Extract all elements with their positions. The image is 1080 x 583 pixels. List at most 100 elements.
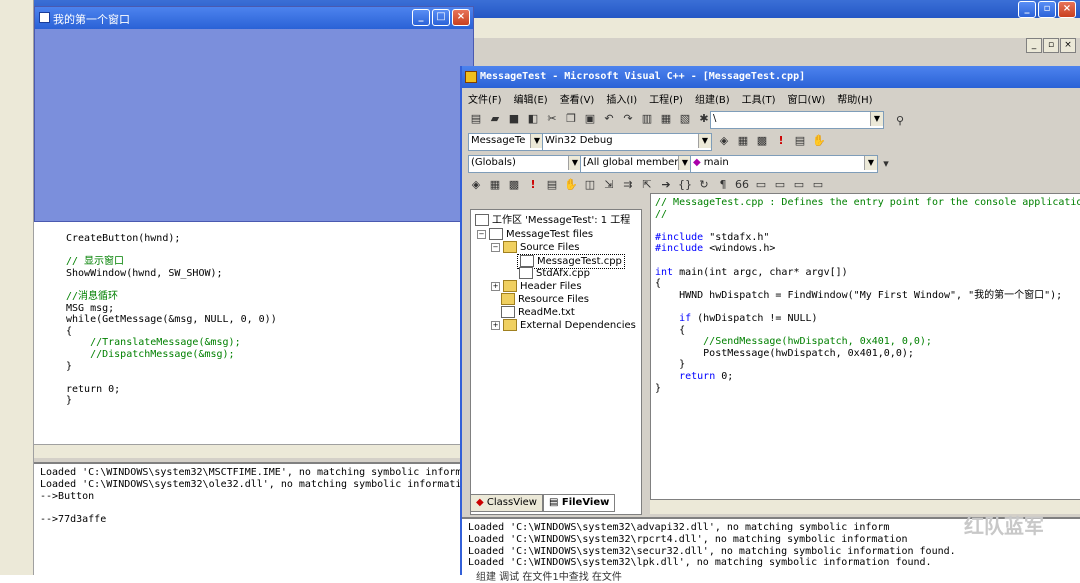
run-to-cursor-icon[interactable]: ➔ [658,177,674,193]
redo-icon[interactable]: ↷ [620,111,636,127]
function-combo[interactable]: ◆ main ▼ [690,155,878,173]
header-files-node[interactable]: + Header Files [491,280,582,293]
mdi-minimize-button[interactable]: _ [1026,38,1042,53]
collapse-icon[interactable]: − [477,229,486,239]
app-maximize-button[interactable]: □ [432,9,450,26]
new-file-icon[interactable]: ▤ [468,111,484,127]
find-combo-dropdown-icon[interactable]: ▼ [870,112,883,126]
members-combo[interactable]: [All global members ▼ [580,155,692,173]
code-line: #include <windows.h> [655,243,776,255]
paste-icon[interactable]: ▣ [582,111,598,127]
source-files-node[interactable]: − Source Files [491,241,579,254]
project-node[interactable]: − MessageTest files [477,228,593,241]
code-editor[interactable]: // MessageTest.cpp : Defines the entry p… [650,193,1080,500]
app-window[interactable]: 我的第一个窗口 _ □ × [34,6,474,222]
hand-icon[interactable]: ✋ [563,177,579,193]
menu-item[interactable]: 工程(P) [647,90,685,107]
app-window-titlebar[interactable]: 我的第一个窗口 _ □ × [35,7,473,29]
compile-icon[interactable]: ◈ [716,133,732,149]
build-icon[interactable]: ▦ [735,133,751,149]
output-line: -->77d3affe [40,514,107,526]
vc-menubar: 文件(F) 编辑(E) 查看(V) 插入(I) 工程(P) 组建(B) 工具(T) 窗口(W)… [466,90,875,107]
quick-watch-icon[interactable]: ↻ [696,177,712,193]
execute-icon[interactable]: ! [773,133,789,149]
menu-item[interactable]: 文件(F) [466,90,504,107]
window-list-icon[interactable]: ▧ [677,111,693,127]
header-files-label: Header Files [520,281,582,292]
menu-item[interactable]: 查看(V) [558,90,597,107]
copy-icon[interactable]: ❐ [563,111,579,127]
menu-item[interactable]: 插入(I) [604,90,639,107]
disassembly-icon[interactable]: ▭ [810,177,826,193]
cut-icon[interactable]: ✂ [544,111,560,127]
find-icon[interactable]: ⚲ [892,113,908,129]
restore-button[interactable]: ▫ [1038,1,1056,18]
resource-files-node[interactable]: Resource Files [501,293,589,306]
background-code-editor[interactable]: CreateButton(hwnd); // 显示窗口 ShowWindow(hwn… [34,222,460,444]
step-out-icon[interactable]: ⇱ [639,177,655,193]
open-icon[interactable]: ▰ [487,111,503,127]
step-into-icon[interactable]: ⇲ [601,177,617,193]
menu-item[interactable]: 帮助(H) [835,90,874,107]
save-icon[interactable]: ■ [506,111,522,127]
config-combo-dropdown-icon[interactable]: ▼ [698,134,711,148]
output-icon[interactable]: ▦ [658,111,674,127]
find-combo[interactable]: \ ▼ [710,111,884,129]
workspace-panel[interactable]: 工作区 'MessageTest': 1 工程 − MessageTest fil… [470,209,642,515]
vc-titlebar[interactable]: MessageTest - Microsoft Visual C++ - [Me… [462,66,1080,88]
menu-item[interactable]: 编辑(E) [512,90,550,107]
project-combo[interactable]: MessageTe ▼ [468,133,544,151]
run-icon[interactable]: ! [525,177,541,193]
background-window-controls: _ ▫ × [1018,1,1076,18]
close-button[interactable]: × [1058,1,1076,18]
app-close-button[interactable]: × [452,9,470,26]
collapse-icon[interactable]: − [491,242,500,252]
save-all-icon[interactable]: ◧ [525,111,541,127]
background-horizontal-scrollbar[interactable] [34,444,460,458]
workspace-icon[interactable]: ▥ [639,111,655,127]
stop-debugging-icon[interactable]: ▦ [487,177,503,193]
step-over-icon[interactable]: ⇉ [620,177,636,193]
variables-icon[interactable]: 66 [734,177,750,193]
vc-app-icon [465,71,477,83]
memory-icon[interactable]: ▭ [772,177,788,193]
globals-combo[interactable]: (Globals) ▼ [468,155,582,173]
registers-icon[interactable]: ▭ [753,177,769,193]
apply-code-changes-icon[interactable]: ◫ [582,177,598,193]
external-dependencies-node[interactable]: + External Dependencies [491,319,636,332]
menu-item[interactable]: 组建(B) [693,90,732,107]
stop-build-icon[interactable]: ▩ [754,133,770,149]
menu-item[interactable]: 工具(T) [740,90,778,107]
function-combo-dropdown-icon[interactable]: ▼ [864,156,877,170]
file-stdafx-cpp[interactable]: StdAfx.cpp [519,267,590,280]
output-line: Loaded 'C:\WINDOWS\system32\lpk.dll', no… [468,557,932,569]
tab-classview[interactable]: ◆ ClassView [470,494,543,512]
minimize-button[interactable]: _ [1018,1,1036,18]
tab-fileview[interactable]: ▤ FileView [542,494,616,512]
break-icon[interactable]: ▩ [506,177,522,193]
restart-icon[interactable]: ◈ [468,177,484,193]
vc-window[interactable]: MessageTest - Microsoft Visual C++ - [Me… [460,66,1080,583]
expand-icon[interactable]: + [491,281,500,291]
app-minimize-button[interactable]: _ [412,9,430,26]
readme-node[interactable]: ReadMe.txt [501,306,575,319]
go-icon[interactable]: ▤ [792,133,808,149]
cpp-file-icon [520,255,534,267]
step-into-spec-icon[interactable]: {} [677,177,693,193]
undo-icon[interactable]: ↶ [601,111,617,127]
watch-icon[interactable]: ¶ [715,177,731,193]
output-tabs[interactable]: 组建 调试 在文件1中查找 在文件 [476,568,622,583]
wizard-bar-actions-icon[interactable]: ▾ [878,156,894,172]
menu-item[interactable]: 窗口(W) [786,90,828,107]
background-output-pane[interactable]: Loaded 'C:\WINDOWS\system32\MSCTFIME.IME… [34,462,467,575]
mdi-restore-button[interactable]: ▫ [1043,38,1059,53]
call-stack-icon[interactable]: ▭ [791,177,807,193]
expand-icon[interactable]: + [491,320,500,330]
code-line: } [66,395,73,407]
show-next-icon[interactable]: ▤ [544,177,560,193]
breakpoint-icon[interactable]: ✋ [811,133,827,149]
config-combo[interactable]: Win32 Debug ▼ [542,133,712,151]
mdi-close-button[interactable]: × [1060,38,1076,53]
file2-label: StdAfx.cpp [536,268,590,279]
workspace-root[interactable]: 工作区 'MessageTest': 1 工程 [475,214,630,227]
